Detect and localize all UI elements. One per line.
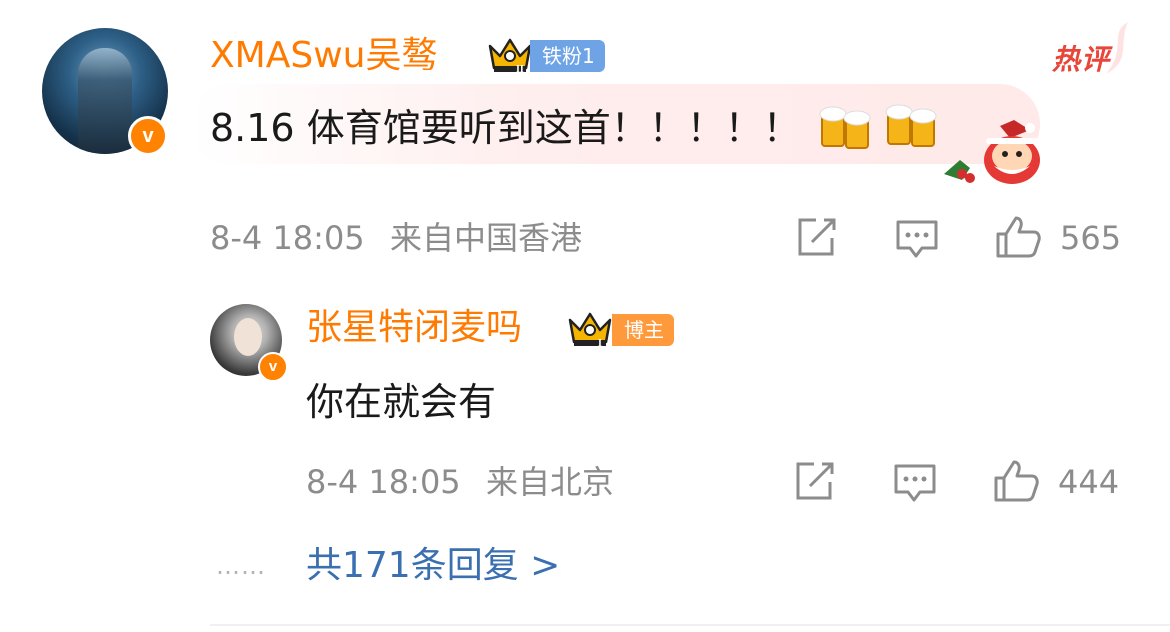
comment-text: 8.16 体育馆要听到这首！！！！！ xyxy=(210,106,801,150)
verified-badge-icon: v xyxy=(258,352,288,382)
svg-text:II: II xyxy=(516,64,524,74)
flame-icon xyxy=(1098,20,1134,80)
view-all-replies-link[interactable]: 共171条回复 > xyxy=(306,544,560,588)
comment-time: 8-4 18:05 xyxy=(210,219,365,257)
reply-like-count: 444 xyxy=(1058,463,1120,501)
blogger-badge: 博主 xyxy=(612,314,674,346)
svg-text:I: I xyxy=(598,338,602,348)
share-icon[interactable] xyxy=(792,460,836,504)
beer-emoji xyxy=(884,98,940,154)
crown-icon: I xyxy=(566,308,614,352)
bottom-divider xyxy=(210,624,1170,626)
verified-badge-icon: v xyxy=(128,116,168,156)
share-icon[interactable] xyxy=(794,216,838,260)
commenter-username[interactable]: XMASwu吴骜 xyxy=(210,34,437,78)
beer-emoji xyxy=(818,100,874,156)
crown-icon: II xyxy=(486,34,534,78)
reply-time: 8-4 18:05 xyxy=(306,463,461,501)
reply-text: 你在就会有 xyxy=(306,380,497,424)
santa-sticker xyxy=(940,116,1060,192)
comment-icon[interactable] xyxy=(892,462,938,504)
fan-level-badge: 铁粉1 xyxy=(530,40,605,72)
comment-icon[interactable] xyxy=(894,218,940,260)
thumbs-up-icon[interactable] xyxy=(994,214,1042,260)
avatar-figure xyxy=(78,48,132,154)
more-dots: …… xyxy=(216,552,266,580)
reply-username[interactable]: 张星特闭麦吗 xyxy=(306,306,522,350)
like-count: 565 xyxy=(1060,219,1122,257)
reply-location: 来自北京 xyxy=(486,463,615,501)
avatar-face xyxy=(234,318,262,356)
thumbs-up-icon[interactable] xyxy=(992,458,1040,504)
comment-location: 来自中国香港 xyxy=(390,219,583,257)
